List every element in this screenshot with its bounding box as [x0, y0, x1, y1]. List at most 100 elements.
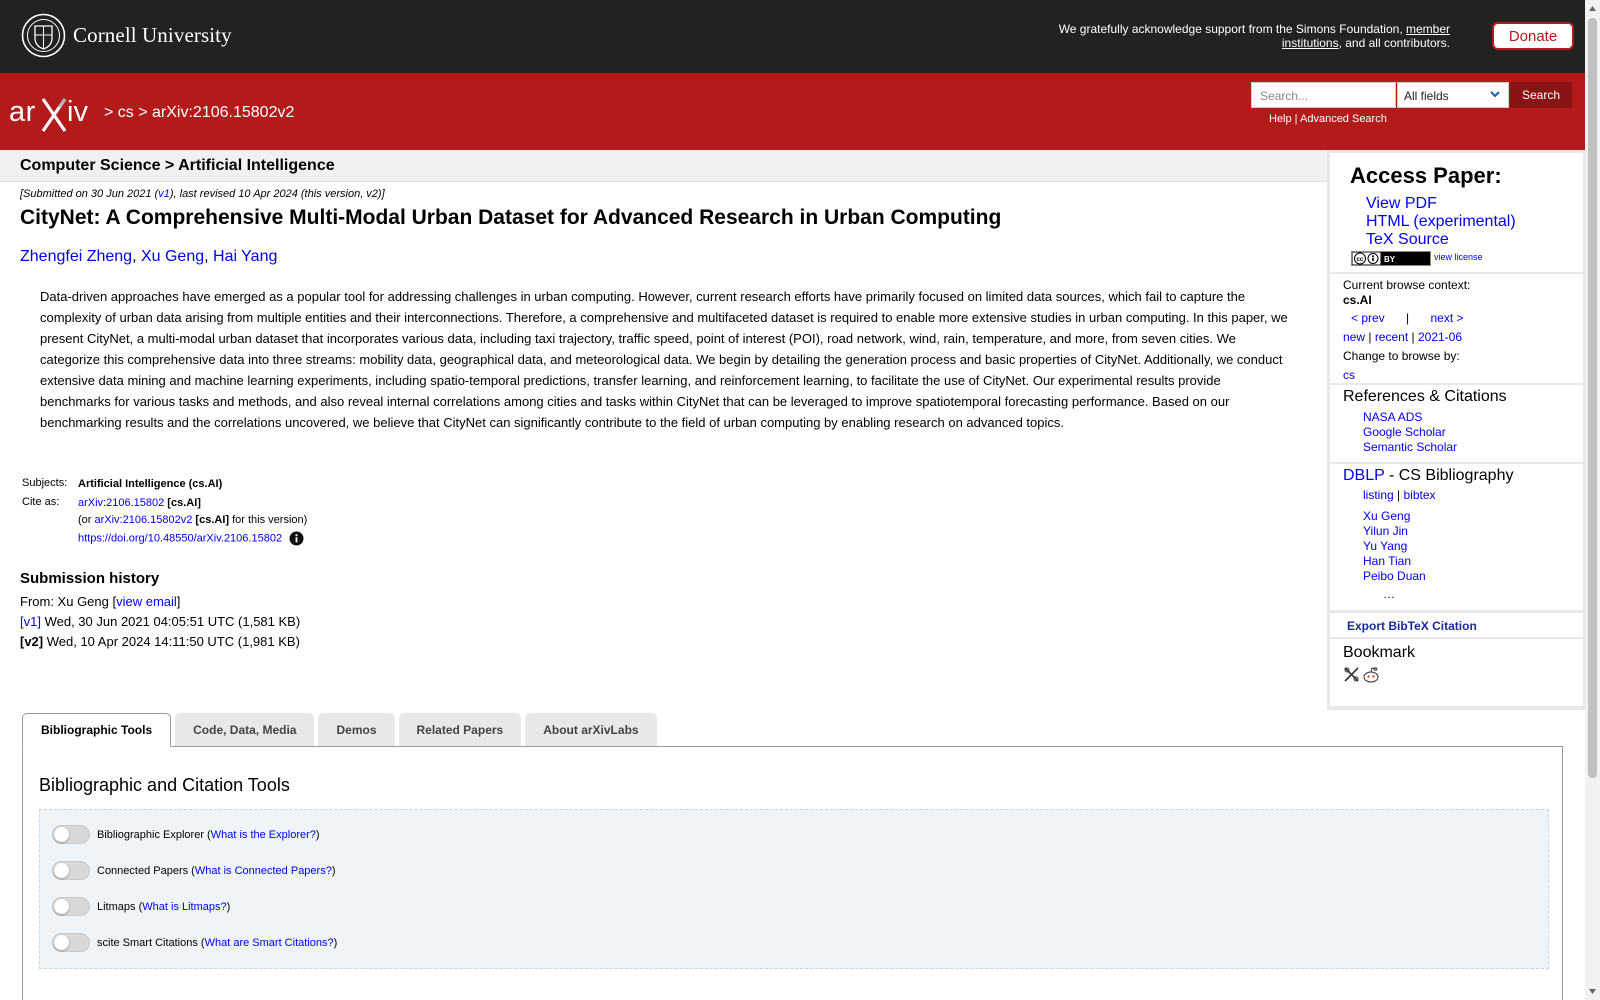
month-link[interactable]: 2021-06 [1418, 330, 1462, 344]
browse-cs-link[interactable]: cs [1343, 368, 1355, 382]
semantic-scholar-link[interactable]: Semantic Scholar [1363, 440, 1457, 454]
listing-link[interactable]: listing [1363, 488, 1394, 502]
cite-label: Cite as: [22, 496, 60, 508]
tab-bar: Bibliographic Tools Code, Data, Media De… [22, 713, 661, 747]
cite-v2-link[interactable]: arXiv:2106.15802v2 [95, 514, 193, 526]
search-help-links: Help | Advanced Search [1269, 113, 1387, 125]
subjects-value: Artificial Intelligence (cs.AI) [78, 478, 223, 490]
google-scholar-link[interactable]: Google Scholar [1363, 425, 1446, 439]
paper-title: CityNet: A Comprehensive Multi-Modal Urb… [20, 206, 1002, 229]
acknowledgement: We gratefully acknowledge support from t… [1058, 22, 1450, 50]
chevron-down-icon [1490, 91, 1500, 98]
cornell-name: Cornell University [73, 23, 232, 47]
cc-by-license-icon[interactable]: cc BY [1351, 251, 1431, 266]
scroll-up-icon[interactable] [1588, 4, 1597, 13]
litmaps-toggle[interactable] [52, 897, 90, 916]
svg-text:BY: BY [1384, 255, 1396, 264]
scroll-thumb[interactable] [1588, 18, 1597, 778]
tab-code-data-media[interactable]: Code, Data, Media [175, 713, 315, 747]
dblp-author-link[interactable]: Peibo Duan [1363, 569, 1426, 583]
nasa-ads-link[interactable]: NASA ADS [1363, 410, 1422, 424]
sidebar: Access Paper: View PDF HTML (experimenta… [1327, 150, 1585, 710]
explorer-toggle[interactable] [52, 825, 90, 844]
donate-button[interactable]: Donate [1492, 22, 1574, 50]
litmaps-help-link[interactable]: What is Litmaps? [142, 901, 226, 913]
submission-history-title: Submission history [20, 570, 160, 587]
doi-row: https://doi.org/10.48550/arXiv.2106.1580… [78, 531, 307, 546]
bibtex-link[interactable]: bibtex [1403, 488, 1435, 502]
cite-id-link[interactable]: arXiv:2106.15802 [78, 497, 164, 509]
cite-version: (or arXiv:2106.15802v2 [cs.AI] for this … [78, 514, 308, 526]
view-email-link[interactable]: view email [116, 594, 177, 609]
html-link[interactable]: HTML (experimental) [1366, 213, 1516, 231]
tool-row: scite Smart Citations (What are Smart Ci… [52, 933, 337, 952]
new-link[interactable]: new [1343, 330, 1365, 344]
tool-row: Litmaps (What is Litmaps?) [52, 897, 230, 916]
submission-history: From: Xu Geng [view email] [v1] Wed, 30 … [20, 594, 301, 649]
scite-toggle[interactable] [52, 933, 90, 952]
help-link[interactable]: Help [1269, 113, 1292, 125]
tools-title: Bibliographic and Citation Tools [39, 775, 290, 795]
svg-text:ar: ar [9, 96, 36, 128]
references-title: References & Citations [1343, 388, 1507, 405]
author-link[interactable]: Zhengfei Zheng [20, 248, 132, 265]
author-link[interactable]: Hai Yang [213, 248, 277, 265]
arxiv-header: ar iv > cs > arXiv:2106.15802v2 Search..… [0, 73, 1585, 150]
recent-link[interactable]: recent [1375, 330, 1408, 344]
dateline-v1-link[interactable]: v1 [158, 188, 170, 200]
advanced-search-link[interactable]: Advanced Search [1300, 113, 1387, 125]
tab-related-papers[interactable]: Related Papers [398, 713, 522, 747]
author-link[interactable]: Xu Geng [141, 248, 204, 265]
cornell-header: Cornell University We gratefully acknowl… [0, 0, 1585, 73]
prev-link[interactable]: < prev [1351, 311, 1385, 325]
tools-box: Bibliographic Explorer (What is the Expl… [39, 809, 1549, 969]
breadcrumb-cs[interactable]: cs [118, 104, 134, 121]
view-license-link[interactable]: view license [1434, 252, 1483, 262]
access-paper-title: Access Paper: [1350, 163, 1502, 188]
tex-source-link[interactable]: TeX Source [1366, 231, 1449, 249]
explorer-help-link[interactable]: What is the Explorer? [211, 829, 316, 841]
dblp-author-link[interactable]: Yu Yang [1363, 539, 1407, 553]
dblp-author-link[interactable]: Han Tian [1363, 554, 1411, 568]
export-bibtex-link[interactable]: Export BibTeX Citation [1347, 619, 1477, 633]
tab-bibliographic-tools[interactable]: Bibliographic Tools [22, 713, 172, 747]
tool-row: Connected Papers (What is Connected Pape… [52, 861, 336, 880]
tab-demos[interactable]: Demos [318, 713, 395, 747]
next-link[interactable]: next > [1431, 311, 1464, 325]
dateline: [Submitted on 30 Jun 2021 (v1), last rev… [20, 188, 385, 200]
tab-about-arxivlabs[interactable]: About arXivLabs [525, 713, 657, 747]
bibsonomy-icon[interactable] [1343, 666, 1360, 683]
search-field-select[interactable]: All fields [1397, 82, 1509, 108]
tab-panel: Bibliographic and Citation Tools Bibliog… [22, 746, 1563, 1000]
info-icon[interactable] [289, 531, 304, 546]
dblp-link[interactable]: DBLP [1343, 467, 1385, 484]
breadcrumb: > cs > arXiv:2106.15802v2 [104, 104, 295, 121]
references-box: References & Citations NASA ADS Google S… [1330, 385, 1583, 462]
dblp-author-link[interactable]: Xu Geng [1363, 509, 1410, 523]
doi-link[interactable]: https://doi.org/10.48550/arXiv.2106.1580… [78, 532, 282, 544]
v1-link[interactable]: [v1] [20, 614, 41, 629]
dblp-author-link[interactable]: Yilun Jin [1363, 524, 1408, 538]
connected-papers-toggle[interactable] [52, 861, 90, 880]
search-input[interactable]: Search... [1251, 82, 1396, 108]
arxiv-logo[interactable]: ar iv [9, 93, 101, 133]
tool-row: Bibliographic Explorer (What is the Expl… [52, 825, 320, 844]
scite-help-link[interactable]: What are Smart Citations? [205, 937, 334, 949]
reddit-icon[interactable] [1362, 666, 1380, 684]
search-button[interactable]: Search [1510, 82, 1572, 108]
connected-papers-help-link[interactable]: What is Connected Papers? [195, 865, 332, 877]
abstract: Data-driven approaches have emerged as a… [40, 289, 1288, 430]
bookmark-title: Bookmark [1343, 644, 1416, 661]
bookmark-box: Bookmark [1330, 639, 1583, 706]
page-scrollbar[interactable] [1585, 0, 1600, 1000]
cornell-logo-link[interactable]: Cornell University [21, 13, 232, 58]
subjects-label: Subjects: [22, 477, 68, 489]
scroll-down-icon[interactable] [1588, 987, 1597, 996]
svg-text:cc: cc [1357, 257, 1364, 263]
v2-label: [v2] [20, 634, 44, 649]
view-pdf-link[interactable]: View PDF [1366, 195, 1437, 213]
browse-context-box: Current browse context: cs.AI < prev | n… [1330, 274, 1583, 383]
cornell-seal-icon [21, 13, 66, 58]
author-list: Zhengfei Zheng, Xu Geng, Hai Yang [20, 248, 278, 265]
change-browse-label: Change to browse by: [1343, 349, 1460, 363]
